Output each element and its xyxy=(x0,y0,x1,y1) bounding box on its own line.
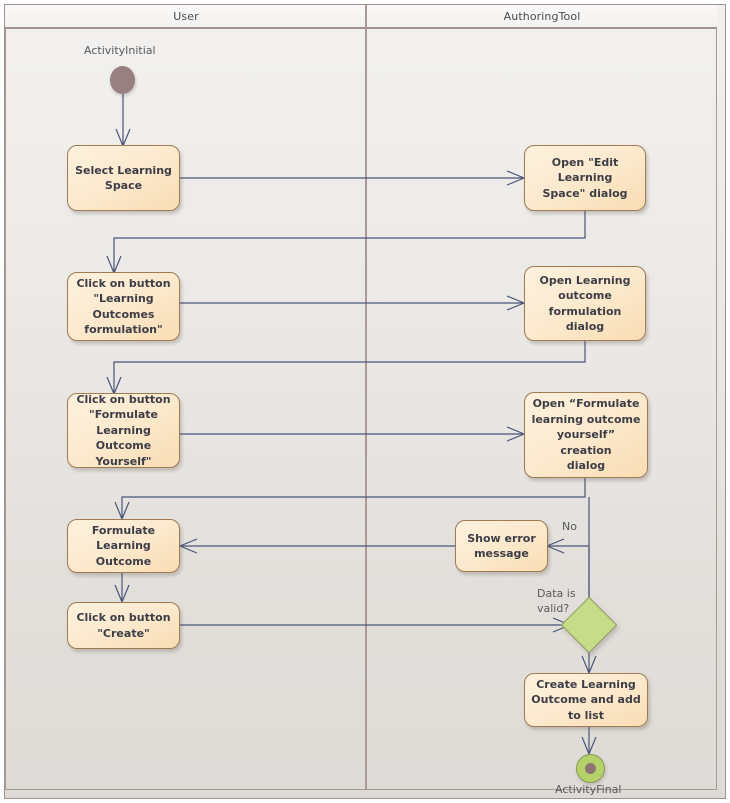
activity-initial-node[interactable] xyxy=(110,66,135,94)
action-open-learning-outcome-formulation-dialog[interactable]: Open Learning outcome formulation dialog xyxy=(524,266,646,341)
activity-initial-label: ActivityInitial xyxy=(84,44,156,57)
activity-final-node[interactable] xyxy=(576,754,605,783)
decision-diamond-shape xyxy=(560,596,618,654)
swimlane-header-authoringtool: AuthoringTool xyxy=(503,10,581,23)
swimlane-header-user: User xyxy=(173,10,199,23)
action-open-formulate-creation-dialog[interactable]: Open “Formulate learning outcome yoursel… xyxy=(524,392,648,478)
action-show-error-message[interactable]: Show error message xyxy=(455,520,548,572)
activity-final-inner-dot xyxy=(585,763,596,774)
edge-label-no: No xyxy=(562,520,577,533)
action-click-learning-outcomes-formulation[interactable]: Click on button "Learning Outcomes formu… xyxy=(67,272,180,341)
action-click-formulate-learning-outcome-yourself[interactable]: Click on button "Formulate Learning Outc… xyxy=(67,393,180,468)
decision-data-is-valid[interactable] xyxy=(560,596,618,654)
swimlane-divider xyxy=(365,5,367,790)
activity-diagram-canvas: User AuthoringTool ActivityInitial Selec… xyxy=(0,0,730,803)
action-click-create[interactable]: Click on button "Create" xyxy=(67,602,180,649)
action-open-edit-learning-space-dialog[interactable]: Open "Edit Learning Space" dialog xyxy=(524,145,646,211)
action-select-learning-space[interactable]: Select Learning Space xyxy=(67,145,180,211)
action-create-learning-outcome-add-to-list[interactable]: Create Learning Outcome and add to list xyxy=(524,673,648,727)
action-formulate-learning-outcome[interactable]: Formulate Learning Outcome xyxy=(67,519,180,573)
activity-final-label: ActivityFinal xyxy=(555,783,622,796)
